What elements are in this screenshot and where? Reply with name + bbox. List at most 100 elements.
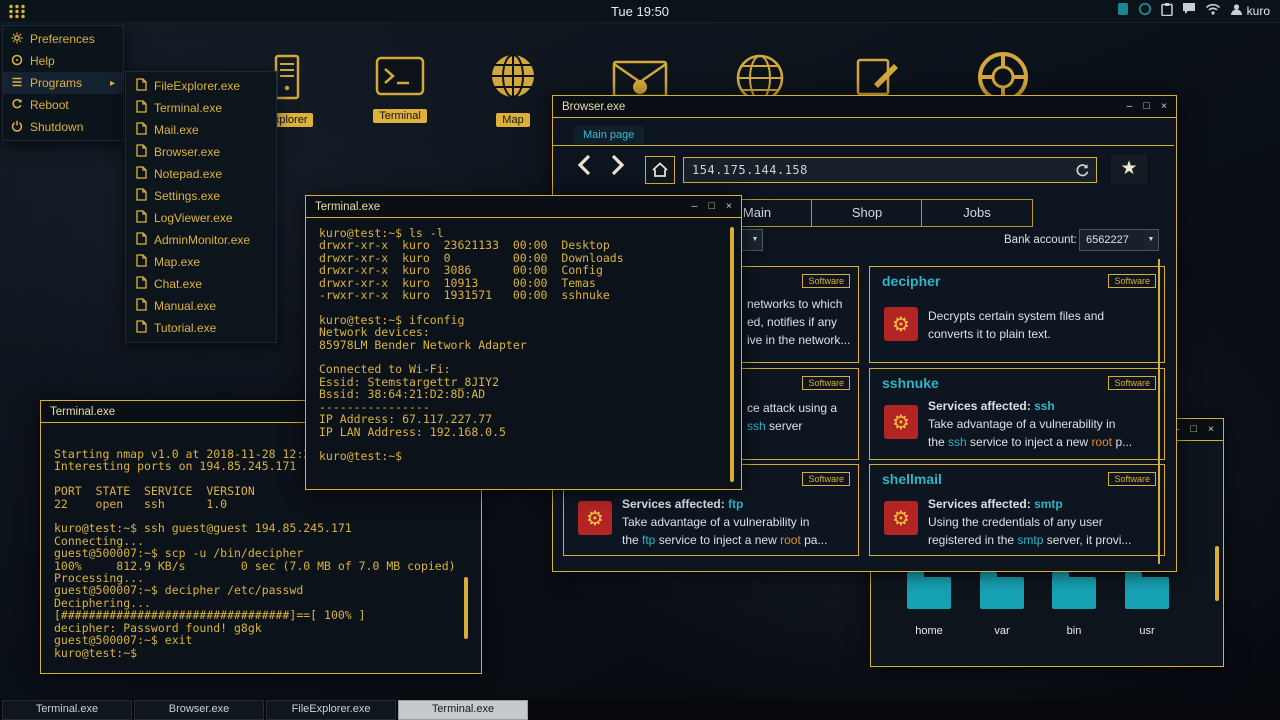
battery-icon[interactable] <box>1117 2 1129 21</box>
submenu-item-manual[interactable]: Manual.exe <box>126 295 276 317</box>
browser-titlebar[interactable]: Browser.exe – □ × <box>553 96 1176 118</box>
folder-icon <box>1052 577 1096 609</box>
maximize-button[interactable]: □ <box>709 196 715 217</box>
desktop-icon-label: Map <box>496 113 529 127</box>
gear-icon: ⚙ <box>884 307 918 341</box>
window-title: Browser.exe <box>562 101 625 113</box>
submenu-item-fileexplorer[interactable]: FileExplorer.exe <box>126 75 276 97</box>
submenu-item-adminmonitor[interactable]: AdminMonitor.exe <box>126 229 276 251</box>
clipboard-icon[interactable] <box>1161 2 1173 21</box>
desktop-icon-label: Terminal <box>373 109 427 123</box>
folder-usr[interactable]: usr <box>1123 572 1171 637</box>
maximize-button[interactable]: □ <box>1191 419 1197 440</box>
menu-item-programs[interactable]: Programs ▸ <box>3 72 123 94</box>
forward-button[interactable] <box>607 153 627 182</box>
wifi-icon[interactable] <box>1205 2 1221 20</box>
file-icon <box>136 122 147 138</box>
card-description: the ftp service to inject a new root pa.… <box>622 531 827 549</box>
scrollbar-thumb[interactable] <box>730 227 734 482</box>
file-icon <box>136 298 147 314</box>
desktop-icon-map[interactable]: Map <box>489 52 537 128</box>
card-description: Take advantage of a vulnerability in <box>622 513 809 531</box>
site-tab-jobs[interactable]: Jobs <box>921 199 1033 227</box>
file-icon <box>136 166 147 182</box>
url-input[interactable] <box>684 163 1075 177</box>
url-bar <box>683 157 1097 183</box>
card-description: ssh server <box>747 417 802 435</box>
submenu-item-label: Tutorial.exe <box>154 321 216 335</box>
system-menu: Preferences Help Programs ▸ Reboot Shutd… <box>2 25 124 141</box>
back-button[interactable] <box>575 153 595 182</box>
card-description: converts it to plain text. <box>928 325 1051 343</box>
software-badge: Software <box>802 274 850 288</box>
submenu-item-label: Map.exe <box>154 255 200 269</box>
taskbar-item-terminal-2[interactable]: Terminal.exe <box>398 700 528 720</box>
file-icon <box>136 320 147 336</box>
submenu-item-settings[interactable]: Settings.exe <box>126 185 276 207</box>
submenu-item-terminal[interactable]: Terminal.exe <box>126 97 276 119</box>
folder-icon <box>980 577 1024 609</box>
taskbar-item-browser[interactable]: Browser.exe <box>134 700 264 720</box>
submenu-item-map[interactable]: Map.exe <box>126 251 276 273</box>
submenu-item-chat[interactable]: Chat.exe <box>126 273 276 295</box>
browser-page-tab[interactable]: Main page <box>573 126 644 144</box>
username: kuro <box>1247 4 1270 18</box>
menu-item-preferences[interactable]: Preferences <box>3 28 123 50</box>
scrollbar-thumb[interactable] <box>464 577 468 639</box>
desktop: Explorer Terminal Map FileExplorer.exe –… <box>0 0 1280 720</box>
software-badge: Software <box>1108 274 1156 288</box>
submenu-item-tutorial[interactable]: Tutorial.exe <box>126 317 276 339</box>
taskbar-item-fileexplorer[interactable]: FileExplorer.exe <box>266 700 396 720</box>
software-badge: Software <box>802 376 850 390</box>
network-icon[interactable] <box>1138 2 1152 21</box>
window-title: Terminal.exe <box>315 201 380 213</box>
software-card-decipher[interactable]: decipher Software ⚙ Decrypts certain sys… <box>869 266 1165 363</box>
home-button[interactable] <box>645 156 675 184</box>
menu-item-help[interactable]: Help <box>3 50 123 72</box>
terminal-output: kuro@test:~$ ls -l drwxr-xr-x kuro 23621… <box>319 227 723 483</box>
folder-var[interactable]: var <box>978 572 1026 637</box>
menu-item-shutdown[interactable]: Shutdown <box>3 116 123 138</box>
submenu-item-label: Browser.exe <box>154 145 220 159</box>
close-button[interactable]: × <box>1161 96 1167 117</box>
refresh-icon[interactable] <box>1075 163 1096 178</box>
card-description: ed, notifies if any <box>747 313 837 331</box>
close-button[interactable]: × <box>1208 419 1214 440</box>
folder-home[interactable]: home <box>905 572 953 637</box>
apps-grid-icon[interactable] <box>0 4 26 19</box>
submenu-item-mail[interactable]: Mail.exe <box>126 119 276 141</box>
minimize-button[interactable]: – <box>1127 96 1133 117</box>
taskbar-item-terminal-1[interactable]: Terminal.exe <box>2 700 132 720</box>
menu-item-reboot[interactable]: Reboot <box>3 94 123 116</box>
gear-icon <box>11 32 23 47</box>
folder-bin[interactable]: bin <box>1050 572 1098 637</box>
terminal-titlebar[interactable]: Terminal.exe – □ × <box>306 196 741 218</box>
folder-label: var <box>978 625 1026 637</box>
dropdown-arrow-icon: ▼ <box>1144 230 1158 250</box>
scrollbar-thumb[interactable] <box>1158 259 1160 564</box>
card-title: decipher <box>882 273 940 289</box>
clock: Tue 19:50 <box>0 4 1280 19</box>
file-icon <box>136 254 147 270</box>
gear-icon: ⚙ <box>884 405 918 439</box>
file-icon <box>136 100 147 116</box>
submenu-item-logviewer[interactable]: LogViewer.exe <box>126 207 276 229</box>
software-card-sshnuke[interactable]: sshnuke Software ⚙ Services affected: ss… <box>869 368 1165 460</box>
bank-account-dropdown[interactable]: 6562227 ▼ <box>1079 229 1159 251</box>
submenu-item-notepad[interactable]: Notepad.exe <box>126 163 276 185</box>
minimize-button[interactable]: – <box>692 196 698 217</box>
close-button[interactable]: × <box>726 196 732 217</box>
maximize-button[interactable]: □ <box>1144 96 1150 117</box>
scrollbar-thumb[interactable] <box>1215 546 1219 601</box>
help-icon <box>11 54 23 69</box>
terminal-icon <box>375 83 425 100</box>
submenu-item-browser[interactable]: Browser.exe <box>126 141 276 163</box>
user-menu[interactable]: kuro <box>1230 3 1270 19</box>
folder-label: bin <box>1050 625 1098 637</box>
bookmark-star-icon[interactable]: ★ <box>1111 154 1147 184</box>
card-description: ive in the network... <box>747 331 850 349</box>
software-card-shellmail[interactable]: shellmail Software ⚙ Services affected: … <box>869 464 1165 556</box>
chat-icon[interactable] <box>1182 2 1196 20</box>
desktop-icon-terminal[interactable]: Terminal <box>368 56 432 124</box>
site-tab-shop[interactable]: Shop <box>811 199 923 227</box>
